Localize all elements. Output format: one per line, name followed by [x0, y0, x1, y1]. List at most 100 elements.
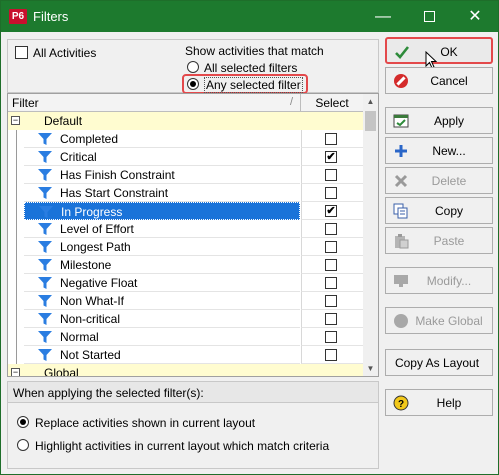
copy-icon [393, 203, 408, 219]
delete-button[interactable]: Delete [385, 167, 493, 194]
plus-icon [395, 145, 407, 157]
filter-row[interactable]: Negative Float [8, 274, 363, 292]
filter-row[interactable]: Longest Path [8, 238, 363, 256]
filter-name: Non What-If [60, 294, 125, 308]
vertical-scrollbar[interactable]: ▲ ▼ [363, 94, 378, 376]
filter-row[interactable]: Non-critical [8, 310, 363, 328]
tree-line [16, 274, 17, 292]
group-row[interactable]: − Global [8, 364, 363, 376]
filter-row[interactable]: Not Started [8, 346, 363, 364]
collapse-toggle-icon[interactable]: − [11, 116, 20, 125]
scroll-up-icon[interactable]: ▲ [363, 94, 378, 109]
group-row[interactable]: − Default [8, 112, 363, 130]
tree-line [16, 130, 17, 148]
filter-name-cell[interactable]: Critical [24, 148, 300, 166]
modify-button[interactable]: Modify... [385, 267, 493, 294]
filter-name-cell[interactable]: Non What-If [24, 292, 300, 310]
select-column-header[interactable]: Select [301, 96, 363, 110]
tree-line [16, 220, 17, 238]
filter-row[interactable]: Milestone [8, 256, 363, 274]
new-label: New... [432, 144, 466, 158]
filter-name-cell[interactable]: In Progress [24, 202, 300, 220]
paste-button[interactable]: Paste [385, 227, 493, 254]
replace-activities-label: Replace activities shown in current layo… [35, 416, 256, 430]
filter-row[interactable]: Level of Effort [8, 220, 363, 238]
tree-line [16, 148, 17, 166]
filter-name-cell[interactable]: Level of Effort [24, 220, 300, 238]
select-checkbox[interactable] [325, 313, 337, 325]
scroll-thumb[interactable] [365, 111, 376, 131]
select-checkbox[interactable] [325, 277, 337, 289]
select-checkbox[interactable] [325, 223, 337, 235]
select-checkbox[interactable]: ✔ [325, 205, 337, 217]
help-button[interactable]: ? Help [385, 389, 493, 416]
filter-row[interactable]: Completed [8, 130, 363, 148]
copy-button[interactable]: Copy [385, 197, 493, 224]
globe-icon [394, 314, 408, 328]
minimize-button[interactable]: — [360, 1, 406, 32]
select-checkbox[interactable] [325, 259, 337, 271]
make-global-button[interactable]: Make Global [385, 307, 493, 334]
filter-icon [37, 150, 53, 164]
filter-name-cell[interactable]: Longest Path [24, 238, 300, 256]
select-checkbox[interactable] [325, 331, 337, 343]
filter-icon [37, 240, 53, 254]
title-bar[interactable]: P6 Filters — ✕ [1, 1, 498, 32]
any-selected-filter-radio[interactable] [187, 78, 199, 90]
filter-name: Critical [60, 150, 97, 164]
tree-line [16, 328, 17, 346]
filter-name-cell[interactable]: Non-critical [24, 310, 300, 328]
filter-name-cell[interactable]: Has Start Constraint [24, 184, 300, 202]
copy-as-layout-button[interactable]: Copy As Layout [385, 349, 493, 376]
highlight-activities-radio[interactable] [17, 439, 29, 451]
filter-name-cell[interactable]: Normal [24, 328, 300, 346]
column-resize-handle[interactable]: / [290, 96, 293, 108]
tree-line [16, 346, 17, 364]
filter-row[interactable]: Has Finish Constraint [8, 166, 363, 184]
cancel-label: Cancel [430, 74, 468, 88]
select-checkbox[interactable] [325, 187, 337, 199]
filter-name: Level of Effort [60, 222, 134, 236]
tree-line [16, 166, 17, 184]
scroll-down-icon[interactable]: ▼ [363, 361, 378, 376]
tree-node: − [8, 364, 26, 376]
select-checkbox[interactable] [325, 169, 337, 181]
filter-row[interactable]: Non What-If [8, 292, 363, 310]
new-button[interactable]: New... [385, 137, 493, 164]
filter-row[interactable]: Normal [8, 328, 363, 346]
filter-column-header[interactable]: Filter [12, 96, 39, 110]
filter-name-cell[interactable]: Negative Float [24, 274, 300, 292]
select-cell [301, 310, 363, 328]
apply-button[interactable]: Apply [385, 107, 493, 134]
replace-activities-radio[interactable] [17, 416, 29, 428]
select-checkbox[interactable] [325, 241, 337, 253]
filter-name-cell[interactable]: Completed [24, 130, 300, 148]
apply-icon [393, 114, 409, 128]
ok-button[interactable]: OK [385, 37, 493, 69]
select-checkbox[interactable] [325, 349, 337, 361]
filter-row[interactable]: Critical ✔ [8, 148, 363, 166]
close-button[interactable]: ✕ [452, 1, 498, 32]
tree-line [16, 184, 17, 202]
filter-row[interactable]: Has Start Constraint [8, 184, 363, 202]
collapse-toggle-icon[interactable]: − [11, 368, 20, 376]
filter-name-cell[interactable]: Has Finish Constraint [24, 166, 300, 184]
make-global-label: Make Global [415, 314, 483, 328]
all-selected-filters-radio[interactable] [187, 61, 199, 73]
tree-line [16, 310, 17, 328]
select-checkbox[interactable] [325, 133, 337, 145]
highlight-activities-label: Highlight activities in current layout w… [35, 439, 330, 453]
select-cell [301, 184, 363, 202]
filter-icon [37, 222, 53, 236]
filter-name-cell[interactable]: Milestone [24, 256, 300, 274]
select-cell [301, 292, 363, 310]
filter-name-cell[interactable]: Not Started [24, 346, 300, 364]
maximize-button[interactable] [406, 1, 452, 32]
select-checkbox[interactable]: ✔ [325, 151, 337, 163]
filter-row[interactable]: In Progress ✔ [8, 202, 363, 220]
select-checkbox[interactable] [325, 295, 337, 307]
ok-label: OK [440, 45, 458, 59]
all-activities-checkbox[interactable] [15, 46, 28, 59]
filter-icon [37, 258, 53, 272]
cancel-button[interactable]: Cancel [385, 67, 493, 94]
